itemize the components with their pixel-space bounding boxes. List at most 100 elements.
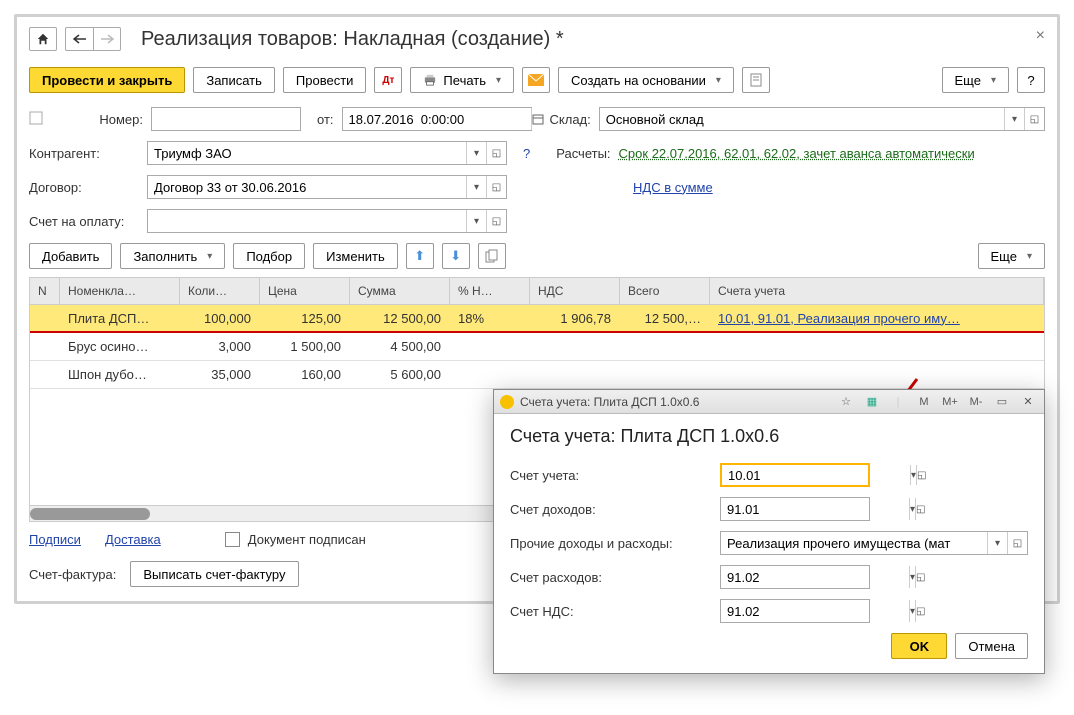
create-based-on-button[interactable]: Создать на основании [558, 67, 734, 93]
popup-minimize[interactable]: ▭ [992, 393, 1012, 411]
date-input[interactable] [342, 107, 532, 131]
table-more-button[interactable]: Еще [978, 243, 1045, 269]
help-button[interactable]: ? [1017, 67, 1045, 93]
dropdown-icon[interactable]: ▾ [466, 210, 486, 232]
dropdown-icon[interactable]: ▾ [466, 142, 486, 164]
number-input[interactable] [151, 107, 301, 131]
accounts-popup: Счета учета: Плита ДСП 1.0x0.6 ☆ ▦ | M M… [493, 389, 1045, 674]
col-qty[interactable]: Коли… [180, 278, 260, 304]
acct-input[interactable]: ▾ ◱ [720, 463, 870, 487]
copy-button[interactable] [478, 243, 506, 269]
cancel-button[interactable]: Отмена [955, 633, 1028, 659]
dropdown-icon[interactable]: ▾ [1004, 108, 1024, 130]
doc-signed-checkbox[interactable] [225, 532, 240, 547]
add-row-button[interactable]: Добавить [29, 243, 112, 269]
open-icon[interactable]: ◱ [486, 176, 506, 198]
titlebar: Реализация товаров: Накладная (создание)… [29, 27, 1045, 51]
cell-qty: 100,000 [180, 307, 260, 330]
move-down-button[interactable]: ⬇ [442, 243, 470, 269]
popup-close[interactable]: ✕ [1018, 393, 1038, 411]
mail-button[interactable] [522, 67, 550, 93]
expense-input[interactable]: ▾ ◱ [720, 565, 870, 589]
cell-price: 125,00 [260, 307, 350, 330]
mem-m[interactable]: M [914, 393, 934, 411]
open-icon[interactable]: ◱ [1024, 108, 1044, 130]
help-small-icon[interactable]: ? [523, 146, 530, 161]
ok-button[interactable]: OK [891, 633, 947, 659]
counterparty-input[interactable]: ▾ ◱ [147, 141, 507, 165]
fill-button[interactable]: Заполнить [120, 243, 225, 269]
post-button[interactable]: Провести [283, 67, 367, 93]
open-icon[interactable]: ◱ [915, 566, 925, 588]
cell-sum: 12 500,00 [350, 307, 450, 330]
open-icon[interactable]: ◱ [915, 600, 925, 622]
signatures-link[interactable]: Подписи [29, 532, 81, 547]
issue-invoice-button[interactable]: Выписать счет-фактуру [130, 561, 298, 587]
calc-label: Расчеты: [556, 146, 610, 161]
table-row[interactable]: Плита ДСП… 100,000 125,00 12 500,00 18% … [30, 305, 1044, 333]
accounts-link[interactable]: 10.01, 91.01, Реализация прочего иму… [718, 311, 960, 326]
close-button[interactable]: × [1036, 27, 1045, 45]
counterparty-label: Контрагент: [29, 146, 139, 161]
open-icon[interactable]: ◱ [486, 210, 506, 232]
income-label: Счет доходов: [510, 502, 710, 517]
delivery-link[interactable]: Доставка [105, 532, 161, 547]
back-button[interactable] [65, 27, 93, 51]
dropdown-icon[interactable]: ▾ [987, 532, 1007, 554]
col-vat-rate[interactable]: % Н… [450, 278, 530, 304]
col-price[interactable]: Цена [260, 278, 350, 304]
cell-vat-rate: 18% [450, 307, 530, 330]
forward-button[interactable] [93, 27, 121, 51]
app-icon [500, 395, 514, 409]
table-toolbar: Добавить Заполнить Подбор Изменить ⬆ ⬇ Е… [29, 243, 1045, 269]
open-icon[interactable]: ◱ [486, 142, 506, 164]
calendar-icon[interactable] [531, 108, 544, 130]
sf-label: Счет-фактура: [29, 567, 116, 582]
calc-icon[interactable]: ▦ [862, 393, 882, 411]
col-vat[interactable]: НДС [530, 278, 620, 304]
open-icon[interactable]: ◱ [1007, 532, 1027, 554]
more-button[interactable]: Еще [942, 67, 1009, 93]
dtkt-button[interactable]: Дт [374, 67, 402, 93]
col-sum[interactable]: Сумма [350, 278, 450, 304]
cell-total: 12 500,… [620, 307, 710, 330]
move-up-button[interactable]: ⬆ [406, 243, 434, 269]
dropdown-icon[interactable]: ▾ [466, 176, 486, 198]
warehouse-input[interactable]: ▾ ◱ [599, 107, 1045, 131]
post-and-close-button[interactable]: Провести и закрыть [29, 67, 185, 93]
popup-titlebar[interactable]: Счета учета: Плита ДСП 1.0x0.6 ☆ ▦ | M M… [494, 390, 1044, 414]
print-button[interactable]: Печать [410, 67, 514, 93]
home-button[interactable] [29, 27, 57, 51]
table-row[interactable]: Шпон дубо… 35,000 160,00 5 600,00 [30, 361, 1044, 389]
other-label: Прочие доходы и расходы: [510, 536, 710, 551]
window-title: Реализация товаров: Накладная (создание)… [141, 28, 564, 51]
mem-mminus[interactable]: M- [966, 393, 986, 411]
acct-label: Счет учета: [510, 468, 710, 483]
window: × Реализация товаров: Накладная (создани… [14, 14, 1060, 604]
invoice-input[interactable]: ▾ ◱ [147, 209, 507, 233]
table-row[interactable]: Брус осино… 3,000 1 500,00 4 500,00 [30, 333, 1044, 361]
col-n[interactable]: N [30, 278, 60, 304]
open-icon[interactable]: ◱ [916, 465, 926, 485]
star-icon[interactable]: ☆ [836, 393, 856, 411]
vat-acct-label: Счет НДС: [510, 604, 710, 619]
contract-input[interactable]: ▾ ◱ [147, 175, 507, 199]
other-input[interactable]: ▾ ◱ [720, 531, 1028, 555]
calc-link[interactable]: Срок 22.07.2016, 62.01, 62.02, зачет ава… [619, 146, 975, 161]
col-accounts[interactable]: Счета учета [710, 278, 1044, 304]
pick-button[interactable]: Подбор [233, 243, 305, 269]
save-button[interactable]: Записать [193, 67, 275, 93]
mem-mplus[interactable]: M+ [940, 393, 960, 411]
open-icon[interactable]: ◱ [915, 498, 925, 520]
attachment-button[interactable] [742, 67, 770, 93]
col-total[interactable]: Всего [620, 278, 710, 304]
cell-vat: 1 906,78 [530, 307, 620, 330]
invoice-label: Счет на оплату: [29, 214, 139, 229]
grid-header: N Номенкла… Коли… Цена Сумма % Н… НДС Вс… [30, 278, 1044, 305]
col-nomenclature[interactable]: Номенкла… [60, 278, 180, 304]
income-input[interactable]: ▾ ◱ [720, 497, 870, 521]
cell-nom: Плита ДСП… [60, 307, 180, 330]
vat-acct-input[interactable]: ▾ ◱ [720, 599, 870, 623]
vat-link[interactable]: НДС в сумме [633, 180, 713, 195]
edit-button[interactable]: Изменить [313, 243, 398, 269]
